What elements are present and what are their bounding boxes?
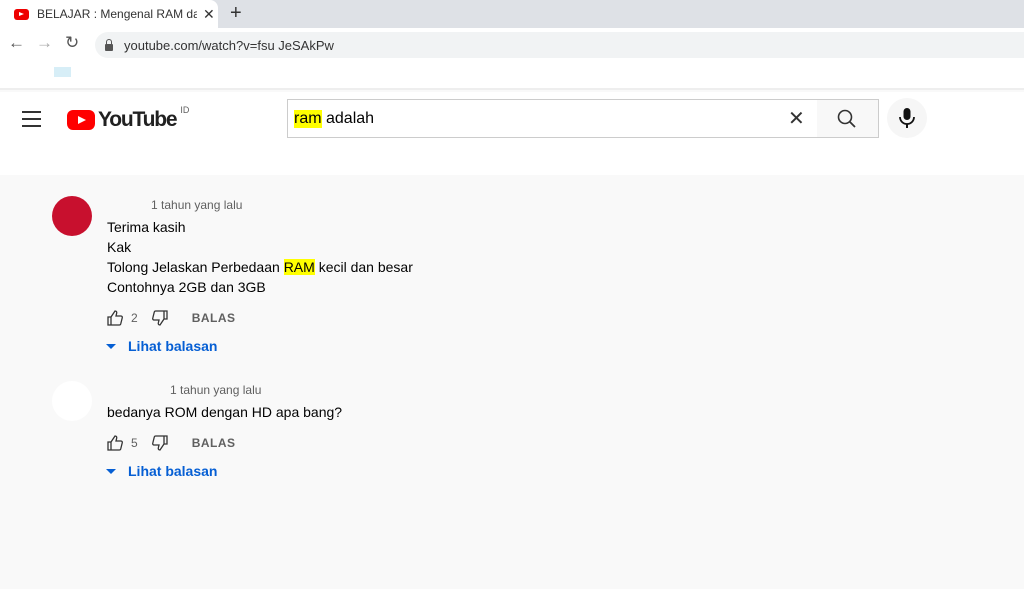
page-strip [0, 58, 1024, 90]
search-query-highlight: ram [294, 109, 322, 128]
reply-button[interactable]: BALAS [192, 436, 236, 450]
youtube-play-icon [67, 110, 95, 130]
forward-icon[interactable]: → [36, 33, 53, 53]
like-icon[interactable] [107, 310, 123, 326]
comment-line: Terima kasih [107, 219, 186, 235]
youtube-favicon-icon [14, 8, 29, 20]
avatar[interactable] [52, 381, 92, 421]
view-replies-button[interactable]: Lihat balasan [106, 463, 217, 479]
comment-line: Kak [107, 239, 132, 255]
comment-line: Tolong Jelaskan Perbedaan RAM kecil dan … [107, 259, 413, 275]
caret-down-icon [106, 468, 116, 474]
voice-search-button[interactable] [887, 98, 927, 138]
reload-icon[interactable]: ↻ [65, 33, 79, 53]
clear-search-icon[interactable]: ✕ [788, 106, 805, 131]
new-tab-button[interactable]: + [230, 2, 242, 25]
comment-text: Terima kasih Kak Tolong Jelaskan Perbeda… [107, 217, 413, 297]
comment-actions: 2 BALAS [107, 310, 236, 326]
browser-tab[interactable]: BELAJAR : Mengenal RAM dan R ✕ [0, 0, 218, 28]
view-replies-button[interactable]: Lihat balasan [106, 338, 217, 354]
hamburger-menu-icon[interactable] [22, 111, 41, 132]
dislike-icon[interactable] [151, 435, 168, 451]
comment-actions: 5 BALAS [107, 435, 236, 451]
search-icon [837, 109, 856, 128]
tab-title: BELAJAR : Mengenal RAM dan R [37, 7, 197, 21]
comment-line: Contohnya 2GB dan 3GB [107, 279, 266, 295]
close-tab-icon[interactable]: ✕ [203, 6, 215, 23]
like-count: 2 [131, 311, 138, 325]
avatar[interactable] [52, 196, 92, 236]
dislike-icon[interactable] [151, 310, 168, 326]
like-count: 5 [131, 436, 138, 450]
like-icon[interactable] [107, 435, 123, 451]
decorative-mark [54, 67, 71, 77]
search-query-rest: adalah [321, 109, 375, 127]
reply-button[interactable]: BALAS [192, 311, 236, 325]
back-icon[interactable]: ← [8, 33, 25, 53]
caret-down-icon [106, 343, 116, 349]
country-code: ID [180, 105, 190, 115]
microphone-icon [899, 108, 915, 128]
view-replies-label: Lihat balasan [128, 463, 218, 479]
comment-time[interactable]: 1 tahun yang lalu [170, 383, 261, 397]
search-button[interactable] [817, 99, 879, 138]
youtube-logo[interactable]: YouTube ID [67, 105, 190, 132]
lock-icon [105, 38, 113, 51]
search-input[interactable]: ram adalah [287, 99, 818, 138]
logo-text: YouTube [98, 108, 178, 131]
url-text: youtube.com/watch?v=fsu JeSAkPw [124, 37, 334, 53]
comment-text: bedanya ROM dengan HD apa bang? [107, 404, 343, 420]
comment-time[interactable]: 1 tahun yang lalu [151, 198, 242, 212]
view-replies-label: Lihat balasan [128, 338, 218, 354]
url-bar[interactable]: youtube.com/watch?v=fsu JeSAkPw [95, 32, 1024, 58]
